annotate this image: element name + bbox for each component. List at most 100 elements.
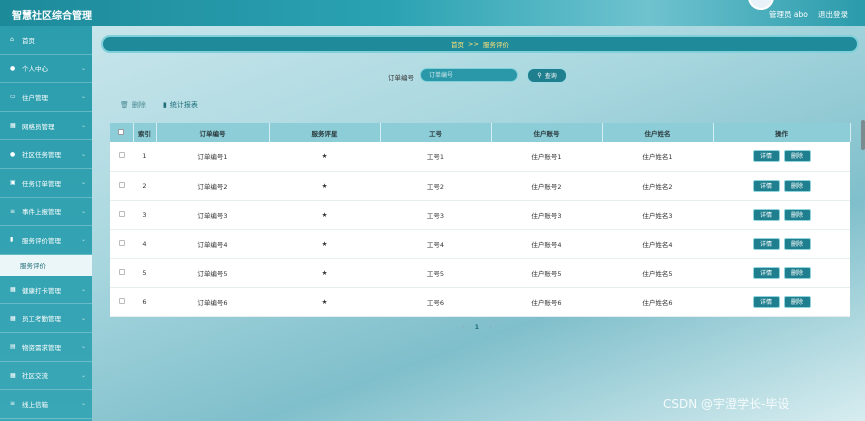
index-cell: 3 (142, 210, 147, 219)
grid-icon: ▦ (10, 122, 16, 130)
sidebar-item[interactable]: ▦ 网格员管理 ⌄ (0, 112, 92, 141)
column-header: 工号 (380, 123, 492, 142)
employee-id-cell: 工号1 (426, 153, 445, 162)
logout-link[interactable]: 退出登录 (818, 9, 848, 20)
sidebar-item[interactable]: ▤ 物资需求管理 ⌄ (0, 333, 92, 362)
index-cell: 6 (142, 297, 147, 306)
breadcrumb-home[interactable]: 首页 (451, 39, 464, 49)
sidebar-item-label: 员工考勤管理 (22, 315, 61, 324)
row-checkbox[interactable] (118, 268, 125, 275)
row-checkbox[interactable] (118, 181, 125, 188)
delete-button[interactable]: 删除 (783, 295, 811, 308)
detail-button[interactable]: 详情 (752, 266, 780, 279)
sidebar-item[interactable]: ▦ 社区交流 ⌄ (0, 362, 92, 391)
page-scrollbar[interactable] (861, 120, 865, 150)
detail-button[interactable]: 详情 (752, 150, 780, 163)
home-icon: ⌂ (10, 36, 14, 44)
row-checkbox[interactable] (118, 152, 125, 159)
row-checkbox[interactable] (118, 210, 125, 217)
card-icon: ▭ (10, 93, 16, 101)
row-actions-cell: 详情 删除 (713, 200, 850, 229)
batch-delete-button[interactable]: 🗑 删除 (120, 100, 146, 110)
chevron-down-icon: ⌄ (80, 286, 86, 294)
select-all-cell[interactable] (110, 123, 134, 142)
sidebar-item[interactable]: ▭ 住户管理 ⌄ (0, 83, 92, 112)
order-number-cell: 订单编号3 (197, 211, 228, 220)
sidebar-item[interactable]: ● 个人中心 ⌄ (0, 55, 92, 84)
user-icon: ● (10, 150, 16, 158)
pagination: ‹ 1 › (462, 323, 492, 331)
row-checkbox[interactable] (118, 297, 125, 304)
order-number-cell: 订单编号6 (197, 298, 228, 307)
sidebar-item[interactable]: ▮ 服务评价管理 ⌄ (0, 226, 92, 255)
order-number-cell: 订单编号2 (197, 182, 228, 191)
chevron-down-icon: ⌄ (80, 179, 86, 187)
table-row: 4 订单编号4 ★ 工号4 住户账号4 住户姓名4 详情 删除 (110, 229, 850, 258)
batch-delete-label: 删除 (131, 101, 146, 109)
index-cell: 4 (142, 239, 147, 248)
row-actions-cell: 详情 删除 (713, 287, 850, 316)
grid-icon: ▦ (10, 314, 16, 322)
chevron-down-icon: ⌄ (80, 207, 86, 215)
sidebar-item[interactable]: ⌂ 首页 (0, 26, 92, 55)
detail-button[interactable]: 详情 (752, 295, 780, 308)
detail-button[interactable]: 详情 (752, 208, 780, 221)
row-select-cell[interactable] (110, 258, 133, 287)
stats-report-label: 统计报表 (169, 101, 198, 109)
delete-button[interactable]: 删除 (783, 179, 811, 192)
stats-report-button[interactable]: ▮ 统计报表 (163, 100, 198, 110)
delete-button[interactable]: 删除 (783, 208, 811, 221)
sidebar-item-label: 网格员管理 (22, 122, 55, 131)
prev-page-button[interactable]: ‹ (462, 323, 465, 331)
resident-account-cell: 住户账号4 (531, 240, 562, 249)
sidebar-item[interactable]: ≡ 事件上报管理 ⌄ (0, 198, 92, 227)
detail-button[interactable]: 详情 (752, 237, 780, 250)
sidebar-item[interactable]: ▦ 员工考勤管理 ⌄ (0, 304, 92, 333)
top-header: 智慧社区综合管理 管理员 abo 退出登录 (0, 0, 865, 26)
chevron-down-icon: ⌄ (80, 93, 86, 101)
delete-button[interactable]: 删除 (783, 266, 811, 279)
delete-button[interactable]: 删除 (783, 237, 811, 250)
sidebar-item-label: 任务订单管理 (22, 179, 61, 188)
table-header-row: 索引 订单编号 服务评星 工号 住户账号 住户姓名 操作 (110, 123, 851, 142)
next-page-button[interactable]: › (489, 323, 492, 331)
row-select-cell[interactable] (110, 200, 133, 229)
sidebar-item-label: 住户管理 (22, 93, 48, 102)
table-row: 1 订单编号1 ★ 工号1 住户账号1 住户姓名1 详情 删除 (110, 142, 850, 171)
sidebar-item[interactable]: ▣ 任务订单管理 ⌄ (0, 169, 92, 198)
order-number-search-input[interactable] (420, 68, 518, 82)
row-checkbox[interactable] (118, 239, 125, 246)
row-select-cell[interactable] (110, 171, 133, 200)
chevron-down-icon: ⌄ (80, 236, 86, 244)
sidebar-item[interactable]: ▦ 健康打卡管理 ⌄ (0, 276, 92, 305)
row-select-cell[interactable] (110, 287, 133, 316)
user-name: 管理员 abo (769, 10, 808, 19)
search-button[interactable]: ⚲ 查询 (527, 68, 567, 83)
star-rating-cell: ★ (321, 297, 328, 306)
sidebar-item[interactable]: ≡ 线上信箱 ⌄ (0, 390, 92, 419)
order-number-cell: 订单编号4 (197, 240, 228, 249)
sidebar-subitem-service-review[interactable]: 服务评价 (0, 254, 92, 276)
user-icon: ● (10, 64, 16, 72)
detail-button[interactable]: 详情 (752, 179, 780, 192)
service-review-table: 索引 订单编号 服务评星 工号 住户账号 住户姓名 操作 1 订单编号1 ★ 工号1 住… (110, 123, 851, 316)
sidebar-item-label: 事件上报管理 (22, 208, 61, 217)
sidebar-item-label: 首页 (22, 36, 35, 45)
sidebar-item-label: 服务评价管理 (22, 236, 61, 245)
employee-id-cell: 工号4 (426, 240, 445, 249)
sidebar-item[interactable]: ● 社区任务管理 ⌄ (0, 140, 92, 169)
row-select-cell[interactable] (110, 142, 133, 171)
print-icon: ▤ (10, 343, 16, 351)
delete-button[interactable]: 删除 (783, 150, 811, 163)
sidebar-item-label: 社区交流 (22, 372, 48, 381)
order-number-cell: 订单编号5 (197, 269, 228, 278)
chevron-down-icon: ⌄ (80, 150, 86, 158)
app-title: 智慧社区综合管理 (12, 11, 92, 22)
row-select-cell[interactable] (110, 229, 133, 258)
select-all-checkbox[interactable] (118, 128, 125, 135)
chevron-down-icon: ⌄ (80, 371, 86, 379)
star-rating-cell: ★ (321, 152, 328, 161)
page-number-current[interactable]: 1 (475, 323, 480, 331)
employee-id-cell: 工号6 (426, 298, 445, 307)
column-header: 服务评星 (269, 123, 381, 142)
